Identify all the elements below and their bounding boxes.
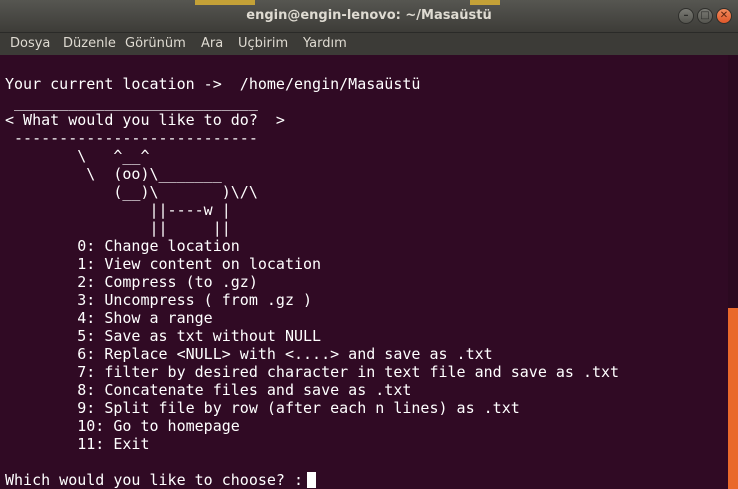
terminal-line: \ (oo)\_______: [5, 165, 222, 183]
menu-option: 2: Compress (to .gz): [5, 273, 258, 291]
scrollbar-thumb[interactable]: [728, 308, 738, 489]
menu-option: 7: filter by desired character in text f…: [5, 363, 620, 381]
prompt-line[interactable]: Which would you like to choose? :: [5, 471, 619, 489]
wallpaper-edge: [195, 0, 255, 5]
terminal-line: < What would you like to do? >: [5, 111, 285, 129]
window-title: engin@engin-lenovo: ~/Masaüstü: [246, 8, 492, 23]
terminal-line: Your current location -> /home/engin/Mas…: [5, 75, 421, 93]
menu-dosya[interactable]: Dosya: [10, 36, 50, 51]
menu-option: 5: Save as txt without NULL: [5, 327, 322, 345]
terminal-line: || ||: [5, 219, 231, 237]
menu-option: 9: Split file by row (after each n lines…: [5, 399, 520, 417]
menu-ucbirim[interactable]: Uçbirim: [238, 36, 288, 51]
menu-option: 4: Show a range: [5, 309, 213, 327]
text-cursor: [307, 472, 317, 488]
menu-option: 3: Uncompress ( from .gz ): [5, 291, 313, 309]
title-bar[interactable]: engin@engin-lenovo: ~/Masaüstü – □ ✕: [0, 0, 738, 33]
maximize-button[interactable]: □: [697, 8, 713, 24]
menu-duzenle[interactable]: Düzenle: [63, 36, 116, 51]
menu-option: 11: Exit: [5, 435, 150, 453]
terminal-line: (__)\ )\/\: [5, 183, 258, 201]
menu-ara[interactable]: Ara: [201, 36, 223, 51]
menu-option: 8: Concatenate files and save as .txt: [5, 381, 412, 399]
terminal-line: ---------------------------: [5, 129, 258, 147]
close-button[interactable]: ✕: [716, 8, 732, 24]
menu-option: 6: Replace <NULL> with <....> and save a…: [5, 345, 493, 363]
menu-option: 0: Change location: [5, 237, 240, 255]
menu-option: 1: View content on location: [5, 255, 322, 273]
minimize-button[interactable]: –: [678, 8, 694, 24]
menu-gorunum[interactable]: Görünüm: [125, 36, 186, 51]
terminal-line: \ ^__^: [5, 147, 150, 165]
terminal-output: Your current location -> /home/engin/Mas…: [5, 75, 619, 489]
wallpaper-edge: [470, 0, 500, 5]
terminal-window: engin@engin-lenovo: ~/Masaüstü – □ ✕ Dos…: [0, 0, 738, 489]
menu-yardim[interactable]: Yardım: [303, 36, 347, 51]
terminal-line: ___________________________: [5, 93, 258, 111]
terminal-area[interactable]: Your current location -> /home/engin/Mas…: [0, 55, 728, 489]
terminal-line: ||----w |: [5, 201, 231, 219]
prompt-text: Which would you like to choose? :: [5, 471, 304, 489]
menu-option: 10: Go to homepage: [5, 417, 240, 435]
menu-bar: Dosya Düzenle Görünüm Ara Uçbirim Yardım: [0, 33, 738, 55]
